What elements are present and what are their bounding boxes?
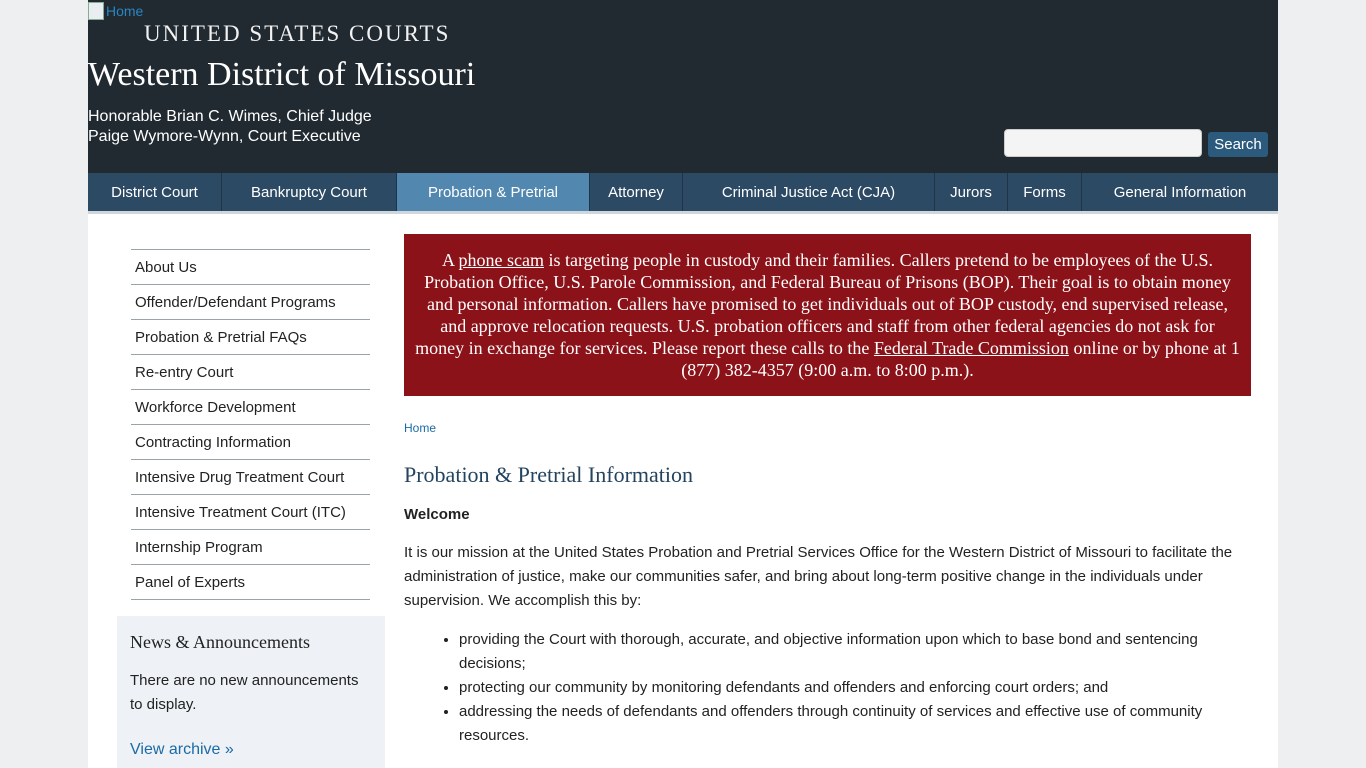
main-nav: District Court Bankruptcy Court Probatio… <box>88 173 1278 214</box>
nav-district-court[interactable]: District Court <box>88 173 222 211</box>
list-item: providing the Court with thorough, accur… <box>459 628 1244 676</box>
list-item: addressing the needs of defendants and o… <box>459 700 1244 748</box>
nav-forms[interactable]: Forms <box>1008 173 1082 211</box>
mission-list: providing the Court with thorough, accur… <box>404 628 1244 748</box>
phone-scam-link[interactable]: phone scam <box>459 250 544 270</box>
view-archive-link[interactable]: View archive » <box>130 741 234 759</box>
org-name: UNITED STATES COURTS <box>144 21 451 46</box>
home-logo-link[interactable]: Home <box>88 2 143 20</box>
nav-probation-pretrial[interactable]: Probation & Pretrial <box>397 173 590 211</box>
sidebar-item-offender-programs[interactable]: Offender/Defendant Programs <box>131 285 370 320</box>
nav-cja[interactable]: Criminal Justice Act (CJA) <box>683 173 935 211</box>
welcome-heading: Welcome <box>404 506 470 523</box>
breadcrumb-home[interactable]: Home <box>404 421 436 435</box>
sidebar-item-workforce[interactable]: Workforce Development <box>131 390 370 425</box>
nav-bankruptcy-court[interactable]: Bankruptcy Court <box>222 173 397 211</box>
news-announcements-box: News & Announcements There are no new an… <box>117 616 385 768</box>
sidebar-item-about-us[interactable]: About Us <box>131 250 370 285</box>
officials: Honorable Brian C. Wimes, Chief Judge Pa… <box>88 107 372 147</box>
page-title: Probation & Pretrial Information <box>404 462 693 487</box>
search-input[interactable] <box>1004 129 1202 157</box>
site-header: Home UNITED STATES COURTS Western Distri… <box>88 0 1278 173</box>
nav-jurors[interactable]: Jurors <box>935 173 1008 211</box>
alert-text-start: A <box>441 250 459 270</box>
nav-general-information[interactable]: General Information <box>1082 173 1278 211</box>
sidebar-menu: About Us Offender/Defendant Programs Pro… <box>131 249 370 600</box>
scam-alert-banner: A phone scam is targeting people in cust… <box>404 234 1251 396</box>
court-executive: Paige Wymore-Wynn, Court Executive <box>88 128 361 145</box>
sidebar-item-faqs[interactable]: Probation & Pretrial FAQs <box>131 320 370 355</box>
sidebar-item-contracting[interactable]: Contracting Information <box>131 425 370 460</box>
broken-image-icon <box>88 2 104 20</box>
news-body: There are no new announcements to displa… <box>130 672 359 713</box>
sidebar-item-reentry-court[interactable]: Re-entry Court <box>131 355 370 390</box>
mission-paragraph: It is our mission at the United States P… <box>404 544 1233 609</box>
ftc-link[interactable]: Federal Trade Commission <box>874 338 1069 358</box>
news-title: News & Announcements <box>130 632 310 652</box>
chief-judge: Honorable Brian C. Wimes, Chief Judge <box>88 108 372 125</box>
district-title[interactable]: Western District of Missouri <box>88 56 475 94</box>
list-item: protecting our community by monitoring d… <box>459 676 1244 700</box>
nav-attorney[interactable]: Attorney <box>590 173 683 211</box>
sidebar-item-internship[interactable]: Internship Program <box>131 530 370 565</box>
sidebar-item-itc[interactable]: Intensive Treatment Court (ITC) <box>131 495 370 530</box>
search-button[interactable]: Search <box>1208 132 1268 157</box>
page: Home UNITED STATES COURTS Western Distri… <box>88 0 1278 768</box>
sidebar-item-drug-court[interactable]: Intensive Drug Treatment Court <box>131 460 370 495</box>
sidebar-item-panel-experts[interactable]: Panel of Experts <box>131 565 370 600</box>
home-image-alt-text: Home <box>106 3 144 19</box>
